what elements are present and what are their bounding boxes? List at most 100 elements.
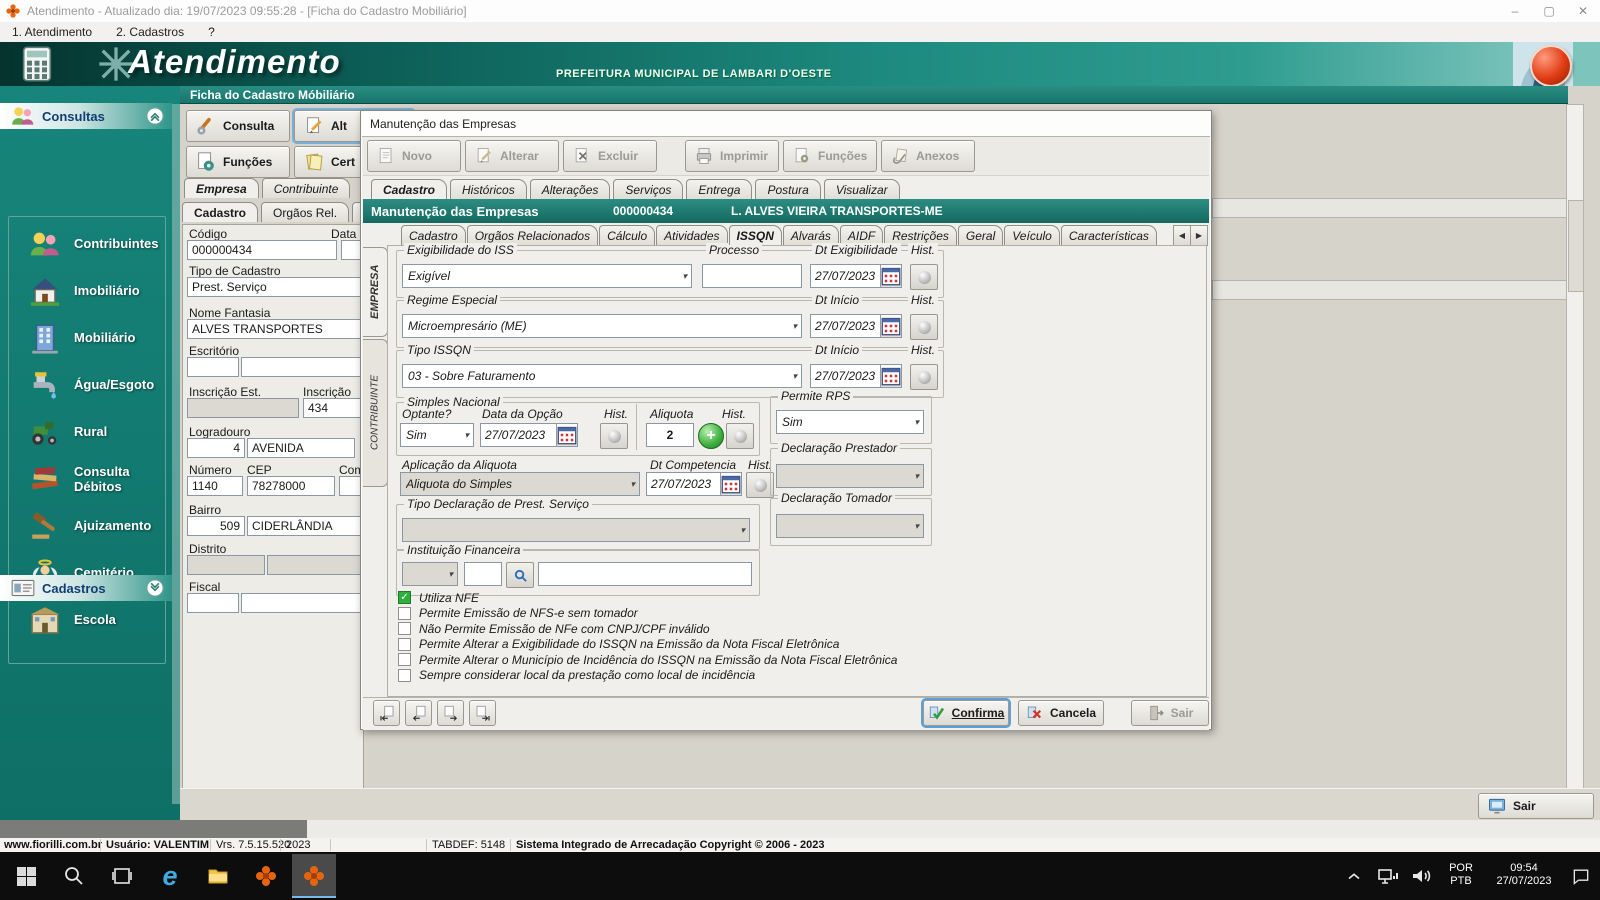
aplicacao-dropdown[interactable]: Aliquota do Simples ▾ [400,472,640,496]
main-sair-button[interactable]: Sair [1478,793,1594,819]
consulta-button[interactable]: Consulta [186,110,290,142]
tipo-declaracao-dropdown[interactable]: ▾ [402,518,750,542]
calendar-icon[interactable] [556,424,577,446]
checkbox-permite-alterar-a-exigibilidade-do-issqn-na-emissao-da-nota-fiscal-eletronica[interactable] [398,637,411,651]
menu-item-[interactable]: ? [196,22,227,42]
minimize-icon[interactable]: – [1498,0,1532,22]
sidebar-item-contribuintes[interactable]: Contribuintes [14,220,164,267]
dt-exigibilidade-field[interactable]: 27/07/2023 [810,264,902,288]
issqn-tab-restricoes[interactable]: Restrições [884,225,957,245]
taskbar-search-button[interactable] [52,854,96,898]
record-last-button[interactable] [469,700,496,726]
escritorio-field[interactable] [241,357,361,377]
language-indicator[interactable]: POR PTB [1442,862,1480,888]
tipo-dt-inicio-field[interactable]: 27/07/2023 [810,364,902,388]
sidebar-item-mobiliario[interactable]: Mobiliário [14,314,164,361]
issqn-tab-orgaos-relacionados[interactable]: Orgãos Relacionados [466,225,599,245]
checkbox-utiliza-nfe[interactable]: ✓ [398,591,411,604]
sidebar-item-consulta-debitos[interactable]: Consulta Débitos [14,455,164,502]
processo-field[interactable] [702,264,802,288]
mdi-scrollbar-thumb[interactable] [1568,200,1584,292]
tipo-cadastro-field[interactable]: Prest. Serviço [187,277,361,297]
dialog-tab-historicos[interactable]: Históricos [450,179,527,199]
sidebar-item-escola[interactable]: Escola [14,596,164,643]
checkbox-permite-alterar-o-municipio-de-incidencia-do-issqn-na-emissao-da-nota-fiscal-eletronica[interactable] [398,653,411,666]
regime-dt-inicio-field[interactable]: 27/07/2023 [810,314,902,338]
data-field[interactable] [341,240,361,260]
sidebar-item-imobiliario[interactable]: Imobiliário [14,267,164,314]
imprimir-toolbar-button[interactable]: Imprimir [685,140,779,172]
regime-dropdown[interactable]: Microempresário (ME) ▾ [402,314,802,338]
funcoes-button[interactable]: Funções [186,146,290,178]
app-window-button[interactable] [244,854,288,898]
dialog-tab-postura[interactable]: Postura [755,179,821,199]
checkbox-sempre-considerar-local-da-prestacao-como-local-de-incidencia[interactable] [398,668,411,682]
optante-dropdown[interactable]: Sim ▾ [400,423,474,447]
record-first-button[interactable] [373,700,400,726]
fiscal-cod-field[interactable] [187,593,239,613]
exigibilidade-history-button[interactable] [910,264,938,290]
subtab-cadastro[interactable]: Cadastro [182,202,259,222]
dialog-tab-cadastro[interactable]: Cadastro [371,179,448,199]
tab-empresa[interactable]: Empresa [184,178,259,198]
side-tab-empresa[interactable]: EMPRESA [363,247,388,337]
sidebar-item-agua-esgoto[interactable]: Água/Esgoto [14,361,164,408]
issqn-tab-alvaras[interactable]: Alvarás [782,225,839,245]
codigo-field[interactable]: 000000434 [187,240,337,260]
issqn-tab-geral[interactable]: Geral [957,225,1004,245]
tipo-issqn-dropdown[interactable]: 03 - Sobre Faturamento ▾ [402,364,802,388]
tab-scroll-right-icon[interactable]: ▶ [1190,225,1208,246]
issqn-tab-caracteristicas[interactable]: Características [1060,225,1157,245]
exit-red-icon[interactable] [1530,45,1572,87]
side-tab-contribuinte[interactable]: CONTRIBUINTE [363,339,388,487]
issqn-tab-veiculo[interactable]: Veículo [1004,225,1060,245]
logradouro-field[interactable]: AVENIDA [247,438,355,458]
app-window-button-active[interactable] [292,854,336,898]
inst-financeira-search-button[interactable] [506,562,534,588]
explorer-button[interactable] [196,854,240,898]
logradouro-cod-field[interactable]: 4 [187,438,245,458]
dialog-tab-servicos[interactable]: Serviços [613,179,684,199]
nome-fantasia-field[interactable]: ALVES TRANSPORTES [187,319,361,339]
dialog-sair-button[interactable]: Sair [1131,700,1209,726]
inst-financeira-cod-field[interactable] [464,562,502,586]
record-prev-button[interactable] [405,700,432,726]
dialog-tab-entrega[interactable]: Entrega [686,179,753,199]
exigibilidade-dropdown[interactable]: Exigível ▾ [402,264,692,288]
chevron-up-icon[interactable] [146,107,164,125]
inscricao-field[interactable]: 434 [303,398,361,418]
network-button[interactable] [1372,854,1404,898]
numero-field[interactable]: 1140 [187,476,243,496]
anexos-toolbar-button[interactable]: Anexos [881,140,975,172]
record-next-button[interactable] [437,700,464,726]
maximize-icon[interactable]: ▢ [1532,0,1566,22]
issqn-tab-aidf[interactable]: AIDF [839,225,884,245]
dt-competencia-field[interactable]: 27/07/2023 [646,472,742,496]
decl-tomador-dropdown[interactable]: ▾ [776,514,924,538]
volume-button[interactable] [1406,854,1436,898]
alterar-toolbar-button[interactable]: Alterar [465,140,559,172]
inscricao-est-field[interactable] [187,398,299,418]
inst-financeira-tipo-dropdown[interactable]: ▾ [402,562,458,586]
decl-prestador-dropdown[interactable]: ▾ [776,464,924,488]
calendar-icon[interactable] [880,265,901,287]
sidebar-scrollbar[interactable] [172,104,180,804]
clock[interactable]: 09:54 27/07/2023 [1484,862,1564,888]
funcoes-toolbar-button[interactable]: Funções [783,140,877,172]
task-view-button[interactable] [100,854,144,898]
fiscal-field[interactable] [241,593,361,613]
tipo-history-button[interactable] [910,364,938,390]
edge-button[interactable]: e [148,854,192,898]
excluir-toolbar-button[interactable]: Excluir [563,140,657,172]
sidebar-item-ajuizamento[interactable]: Ajuizamento [14,502,164,549]
dialog-tab-visualizar[interactable]: Visualizar [823,179,900,199]
complemento-field[interactable] [339,476,361,496]
issqn-tab-issqn[interactable]: ISSQN [728,225,782,245]
permite-rps-dropdown[interactable]: Sim ▾ [776,410,924,434]
cep-field[interactable]: 78278000 [247,476,335,496]
menu-item-1-atendimento[interactable]: 1. Atendimento [0,22,104,42]
notification-center-button[interactable] [1566,854,1596,898]
issqn-tab-cadastro[interactable]: Cadastro [401,225,466,245]
cancela-button[interactable]: Cancela [1018,700,1104,726]
plus-icon[interactable]: + [698,423,724,449]
